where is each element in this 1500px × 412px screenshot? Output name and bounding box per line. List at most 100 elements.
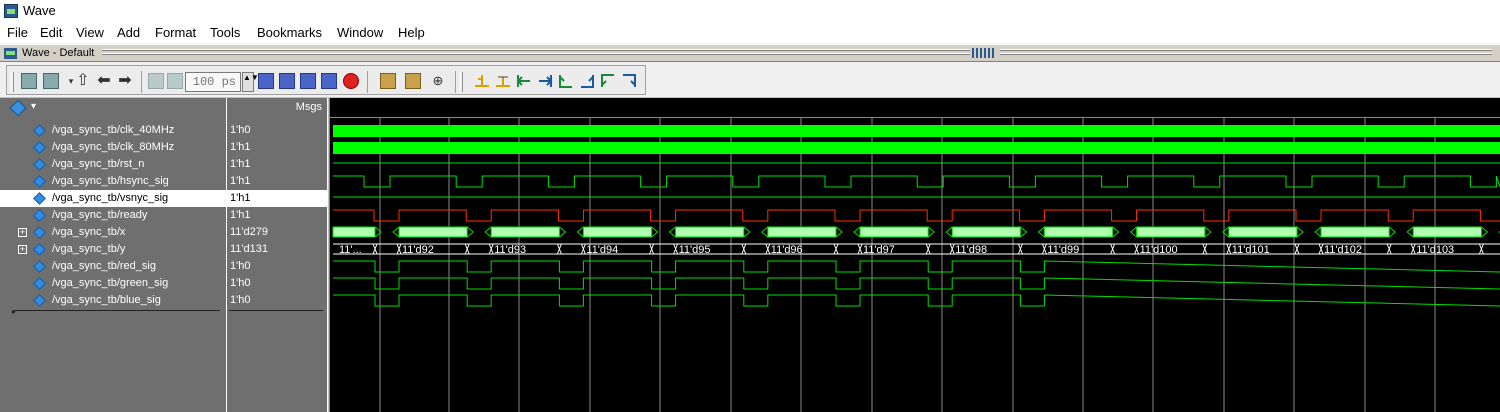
zoom-icon[interactable] bbox=[21, 73, 37, 89]
value-row[interactable]: 1'h1 bbox=[227, 156, 327, 173]
signal-value: 1'h1 bbox=[230, 209, 251, 221]
delete-cursor-icon[interactable] bbox=[494, 72, 512, 90]
signal-row[interactable]: /vga_sync_tb/hsync_sig bbox=[0, 173, 226, 190]
value-row[interactable]: 1'h1 bbox=[227, 207, 327, 224]
waveform-canvas[interactable]: 11'... 11'd92 11'd93 11'd94 11'd95 11'd96 11'd… bbox=[330, 98, 1500, 412]
signal-diamond-icon bbox=[33, 277, 46, 290]
signal-diamond-icon bbox=[33, 226, 46, 239]
menu-view[interactable]: View bbox=[76, 25, 104, 40]
x-bus-segment bbox=[332, 226, 376, 238]
toolbar-panel: ▾ ⇧ ⬅ ➡ 100 ps ▲▼ ⊕ bbox=[6, 65, 646, 95]
value-row[interactable]: 11'd131 bbox=[227, 241, 327, 258]
signal-value: 1'h1 bbox=[230, 158, 251, 170]
value-row[interactable]: 1'h0 bbox=[227, 258, 327, 275]
value-row[interactable]: 1'h1 bbox=[227, 190, 327, 207]
value-row[interactable]: 1'h0 bbox=[227, 275, 327, 292]
forward-arrow-icon[interactable]: ➡ bbox=[117, 73, 133, 89]
y-bus-value: 11'd93 bbox=[494, 244, 526, 256]
menu-bar: File Edit View Add Format Tools Bookmark… bbox=[0, 22, 1500, 43]
menu-tools[interactable]: Tools bbox=[210, 25, 240, 40]
next-rising-edge-icon[interactable] bbox=[620, 72, 638, 90]
signal-name: /vga_sync_tb/red_sig bbox=[52, 260, 156, 272]
signal-diamond-icon bbox=[33, 124, 46, 137]
signal-row[interactable]: /vga_sync_tb/rst_n bbox=[0, 156, 226, 173]
y-bus-transition bbox=[556, 243, 562, 255]
previous-falling-edge-icon[interactable] bbox=[557, 72, 575, 90]
signal-row[interactable]: /vga_sync_tb/clk_80MHz bbox=[0, 139, 226, 156]
menu-window[interactable]: Window bbox=[337, 25, 383, 40]
signal-row[interactable]: /vga_sync_tb/green_sig bbox=[0, 275, 226, 292]
y-bus-value: 11'd92 bbox=[402, 244, 434, 256]
signal-row[interactable]: /vga_sync_tb/blue_sig bbox=[0, 292, 226, 309]
value-row[interactable]: 1'h0 bbox=[227, 292, 327, 309]
signal-name: /vga_sync_tb/x bbox=[52, 226, 126, 238]
run-length-icon[interactable] bbox=[167, 73, 183, 89]
signal-name: /vga_sync_tb/ready bbox=[52, 209, 148, 221]
y-bus-value: 11'd99 bbox=[1047, 244, 1079, 256]
app-title: Wave bbox=[23, 3, 56, 18]
value-row[interactable]: 11'd279 bbox=[227, 224, 327, 241]
next-falling-edge-icon[interactable] bbox=[578, 72, 596, 90]
menu-add[interactable]: Add bbox=[117, 25, 140, 40]
chevron-down-icon[interactable]: ▾ bbox=[31, 101, 36, 112]
signal-row[interactable]: /vga_sync_tb/clk_40MHz bbox=[0, 122, 226, 139]
y-bus-value: 11'd98 bbox=[955, 244, 987, 256]
x-bus-segment bbox=[1136, 226, 1206, 238]
previous-edge-icon[interactable] bbox=[515, 72, 533, 90]
restart-icon[interactable] bbox=[321, 73, 337, 89]
menu-help[interactable]: Help bbox=[398, 25, 425, 40]
signal-row[interactable]: + /vga_sync_tb/y bbox=[0, 241, 226, 258]
menu-bookmarks[interactable]: Bookmarks bbox=[257, 25, 322, 40]
signal-row[interactable]: /vga_sync_tb/red_sig bbox=[0, 258, 226, 275]
signal-value: 1'h0 bbox=[230, 294, 251, 306]
x-bus-transition bbox=[927, 226, 953, 238]
next-edge-icon[interactable] bbox=[536, 72, 554, 90]
run-icon[interactable] bbox=[148, 73, 164, 89]
x-bus-segment bbox=[1320, 226, 1390, 238]
insert-cursor-icon[interactable] bbox=[473, 72, 491, 90]
run-continue-icon[interactable] bbox=[258, 73, 274, 89]
waveform-pane[interactable]: 11'... 11'd92 11'd93 11'd94 11'd95 11'd96 11'd… bbox=[330, 98, 1500, 412]
wave-app-icon bbox=[4, 4, 18, 18]
signal-row[interactable]: /vga_sync_tb/ready bbox=[0, 207, 226, 224]
stop-icon[interactable] bbox=[343, 73, 359, 89]
menu-file[interactable]: File bbox=[7, 25, 28, 40]
back-arrow-icon[interactable]: ⬅ bbox=[96, 73, 112, 89]
titlebar-grip-handle[interactable] bbox=[972, 48, 996, 58]
up-arrow-icon[interactable]: ⇧ bbox=[75, 73, 91, 89]
y-bus-value: 11'd100 bbox=[1140, 244, 1178, 256]
value-row[interactable]: 1'h1 bbox=[227, 173, 327, 190]
step-out-icon[interactable]: ⊕ bbox=[430, 73, 446, 89]
value-row[interactable]: 1'h0 bbox=[227, 122, 327, 139]
toolbar-grip[interactable] bbox=[11, 72, 14, 92]
signal-value: 1'h0 bbox=[230, 277, 251, 289]
toolbar-grip[interactable] bbox=[460, 72, 463, 92]
run-length-spinner[interactable]: ▲▼ bbox=[242, 72, 259, 92]
msgs-label: Msgs bbox=[295, 101, 322, 113]
step-icon[interactable] bbox=[380, 73, 396, 89]
x-bus-segment bbox=[1228, 226, 1298, 238]
signal-diamond-icon bbox=[33, 294, 46, 307]
y-bus-transition bbox=[1318, 243, 1324, 255]
menu-format[interactable]: Format bbox=[155, 25, 196, 40]
previous-rising-edge-icon[interactable] bbox=[599, 72, 617, 90]
signal-row[interactable]: /vga_sync_tb/vsnyc_sig bbox=[0, 190, 226, 207]
signal-name-column-header[interactable]: ▾ bbox=[0, 98, 226, 118]
value-row[interactable]: 1'h1 bbox=[227, 139, 327, 156]
run-all-icon[interactable] bbox=[279, 73, 295, 89]
menu-edit[interactable]: Edit bbox=[40, 25, 62, 40]
expand-icon[interactable]: + bbox=[18, 245, 27, 254]
wave-window-titlebar[interactable]: Wave - Default bbox=[0, 44, 1500, 62]
y-bus-transition bbox=[1226, 243, 1232, 255]
end-of-list-line bbox=[14, 310, 220, 311]
y-bus-value: 11'd96 bbox=[771, 244, 803, 256]
expand-icon[interactable]: + bbox=[18, 228, 27, 237]
run-length-input[interactable]: 100 ps bbox=[185, 72, 241, 92]
value-column-header[interactable]: Msgs bbox=[227, 98, 327, 118]
signal-row[interactable]: + /vga_sync_tb/x bbox=[0, 224, 226, 241]
find-icon[interactable] bbox=[43, 73, 59, 89]
step-over-icon[interactable] bbox=[405, 73, 421, 89]
y-bus-transition bbox=[464, 243, 470, 255]
break-icon[interactable] bbox=[300, 73, 316, 89]
y-bus-value: 11'd94 bbox=[586, 244, 618, 256]
